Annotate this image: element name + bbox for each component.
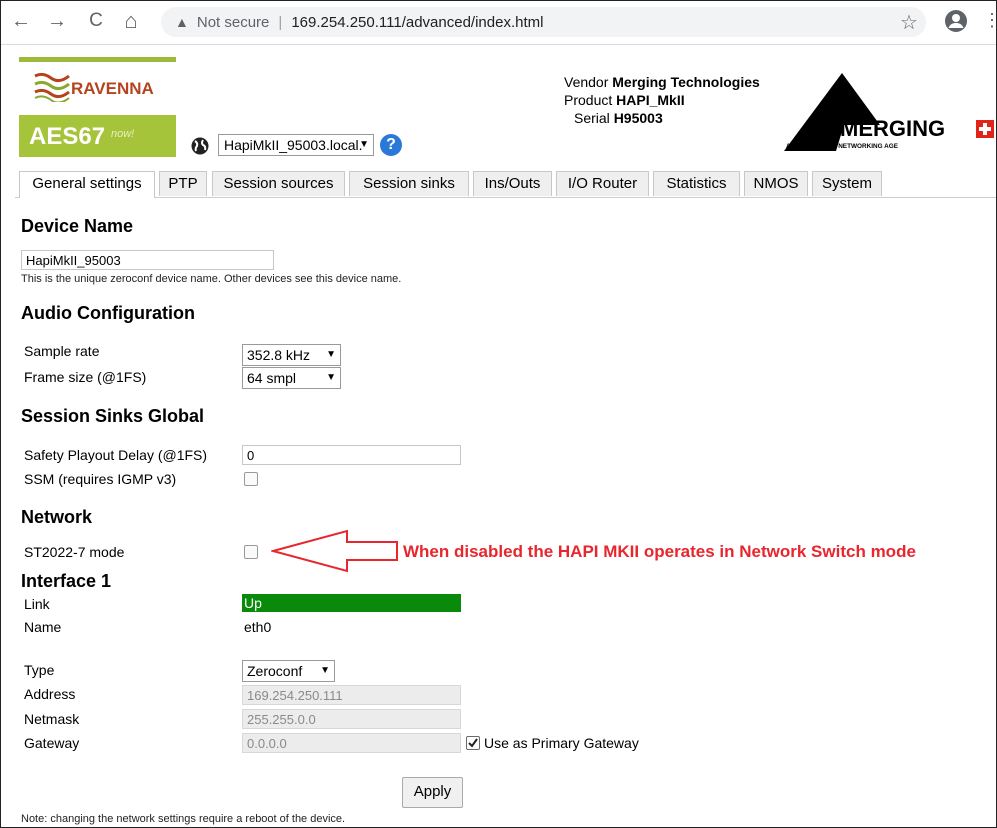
aes67-logo-text: AES67	[29, 123, 106, 150]
ssm-checkbox[interactable]	[244, 472, 258, 486]
tab-system[interactable]: System	[812, 171, 882, 196]
device-name-input[interactable]: HapiMkII_95003	[21, 250, 274, 270]
ssm-label: SSM (requires IGMP v3)	[24, 471, 177, 487]
tab-session-sinks[interactable]: Session sinks	[349, 171, 469, 196]
safety-delay-label: Safety Playout Delay (@1FS)	[24, 447, 208, 463]
url-separator: |	[278, 13, 283, 31]
device-name-heading: Device Name	[21, 216, 134, 236]
type-value: Zeroconf	[247, 663, 303, 679]
sample-rate-label: Sample rate	[24, 343, 100, 359]
product-value: HAPI_MkII	[616, 92, 685, 108]
serial-row: Serial H95003	[564, 109, 760, 127]
product-row: Product HAPI_MkII	[564, 91, 760, 109]
frame-size-select[interactable]: 64 smpl ▼	[242, 367, 341, 389]
safety-delay-input[interactable]: 0	[242, 445, 461, 465]
type-select[interactable]: Zeroconf ▼	[242, 660, 335, 682]
primary-gateway-checkbox[interactable]	[466, 736, 480, 750]
tab-nmos[interactable]: NMOS	[744, 171, 808, 196]
st2022-checkbox[interactable]	[244, 545, 258, 559]
merging-logo: MERGING AUDIO FOR THE NETWORKING AGE	[784, 73, 994, 151]
device-name-help: This is the unique zeroconf device name.…	[21, 273, 402, 285]
tab-bar: General settings PTP Session sources Ses…	[15, 171, 996, 198]
netmask-label: Netmask	[24, 711, 80, 727]
gateway-label: Gateway	[24, 735, 80, 751]
ravenna-wave-icon	[34, 72, 70, 102]
home-icon[interactable]: ⌂	[119, 8, 143, 33]
back-icon[interactable]: ←	[9, 9, 33, 33]
link-status-bar: Up	[242, 594, 461, 612]
frame-size-value: 64 smpl	[247, 370, 297, 386]
vendor-label: Vendor	[564, 74, 609, 90]
chevron-down-icon: ▼	[320, 665, 330, 676]
aes67-now-text: now!	[111, 128, 135, 140]
sample-rate-select[interactable]: 352.8 kHz ▼	[242, 344, 341, 366]
sample-rate-value: 352.8 kHz	[247, 347, 311, 363]
host-select-value: HapiMkII_95003.local.	[224, 137, 363, 153]
tab-general-settings[interactable]: General settings	[19, 171, 155, 198]
annotation-arrow-icon	[271, 529, 398, 573]
primary-gateway-label: Use as Primary Gateway	[484, 735, 639, 751]
globe-icon	[191, 137, 209, 155]
chevron-down-icon: ▼	[326, 372, 336, 383]
st2022-label: ST2022-7 mode	[24, 544, 125, 560]
checkmark-icon	[468, 738, 478, 748]
reload-icon[interactable]: C	[84, 9, 108, 33]
address-input[interactable]: 169.254.250.111	[242, 685, 461, 705]
chevron-down-icon: ▼	[326, 349, 336, 360]
security-label: Not secure	[196, 13, 270, 31]
vendor-value: Merging Technologies	[612, 74, 760, 90]
browser-window: ← → C ⌂ ▲ Not secure | 169.254.250.111/a…	[0, 0, 997, 828]
network-note: Note: changing the network settings requ…	[21, 813, 346, 825]
device-info: Vendor Merging Technologies Product HAPI…	[564, 73, 760, 127]
network-heading: Network	[21, 507, 93, 527]
serial-label: Serial	[574, 110, 610, 126]
interface-heading: Interface 1	[21, 571, 112, 591]
link-label: Link	[24, 596, 50, 612]
tab-session-sources[interactable]: Session sources	[212, 171, 345, 196]
product-label: Product	[564, 92, 613, 108]
annotation-text: When disabled the HAPI MKII operates in …	[403, 542, 916, 561]
tab-ins-outs[interactable]: Ins/Outs	[473, 171, 552, 196]
type-label: Type	[24, 662, 55, 678]
tab-io-router[interactable]: I/O Router	[556, 171, 649, 196]
netmask-input[interactable]: 255.255.0.0	[242, 709, 461, 729]
address-label: Address	[24, 686, 76, 702]
apply-button[interactable]: Apply	[402, 777, 463, 808]
help-icon[interactable]: ?	[380, 134, 402, 156]
frame-size-label: Frame size (@1FS)	[24, 369, 147, 385]
audio-config-heading: Audio Configuration	[21, 303, 195, 323]
menu-icon[interactable]: ⋮	[983, 10, 996, 31]
browser-toolbar: ← → C ⌂ ▲ Not secure | 169.254.250.111/a…	[1, 1, 996, 45]
ravenna-logo-text: RAVENNA	[71, 79, 154, 98]
warning-icon: ▲	[175, 14, 189, 30]
serial-value: H95003	[613, 110, 663, 126]
gateway-input[interactable]: 0.0.0.0	[242, 733, 461, 753]
merging-tagline: AUDIO FOR THE NETWORKING AGE	[786, 143, 899, 150]
vendor-row: Vendor Merging Technologies	[564, 73, 760, 91]
bookmark-star-icon[interactable]: ☆	[900, 10, 918, 35]
account-icon[interactable]	[944, 9, 968, 33]
name-value: eth0	[244, 619, 272, 635]
tab-statistics[interactable]: Statistics	[653, 171, 740, 196]
url-text: 169.254.250.111/advanced/index.html	[291, 13, 544, 31]
tab-ptp[interactable]: PTP	[159, 171, 207, 196]
merging-logo-text: MERGING	[840, 116, 945, 141]
sinks-global-heading: Session Sinks Global	[21, 406, 205, 426]
forward-icon[interactable]: →	[45, 9, 69, 33]
name-label: Name	[24, 619, 62, 635]
chevron-down-icon: ▼	[359, 139, 369, 150]
address-bar[interactable]: ▲ Not secure | 169.254.250.111/advanced/…	[161, 7, 926, 37]
host-select[interactable]: HapiMkII_95003.local. ▼	[218, 134, 374, 156]
